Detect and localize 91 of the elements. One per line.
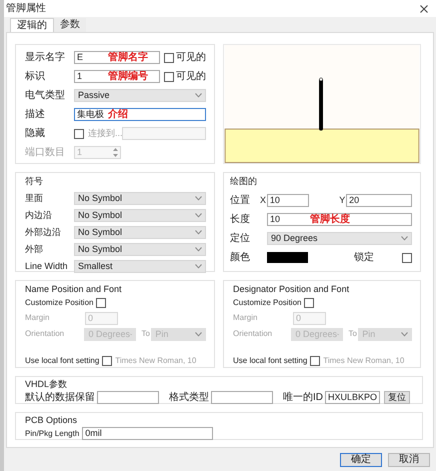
field-label: Use local font setting <box>25 357 100 366</box>
field-label: 位置 <box>230 196 251 206</box>
checkbox-label: 可见的 <box>176 72 206 82</box>
field-label: Orientation <box>25 330 66 338</box>
field-label: Y <box>339 196 346 205</box>
field-label: Margin <box>233 314 258 322</box>
input-field[interactable]: 集电极 介绍 <box>74 108 206 121</box>
dropdown[interactable]: No Symbol <box>74 209 206 222</box>
checkbox[interactable] <box>102 356 112 366</box>
field-label: 外部 <box>25 245 44 254</box>
checkbox[interactable] <box>164 72 174 82</box>
field-label: 格式类型 <box>169 392 209 402</box>
field-label: 锁定 <box>354 252 374 262</box>
input-field[interactable]: 10 <box>266 194 310 207</box>
input-field[interactable]: 0mil <box>82 427 214 440</box>
field-label: 唯一的ID <box>283 392 323 402</box>
checkbox-label: 连接到... <box>88 129 122 138</box>
input-field[interactable]: 20 <box>346 194 412 207</box>
group-title: VHDL参数 <box>25 379 68 389</box>
tab[interactable]: 逻辑的 <box>10 18 54 32</box>
field-label: 长度 <box>230 214 251 224</box>
tab[interactable]: 参数 <box>54 18 86 32</box>
field-label: 描述 <box>25 110 46 120</box>
dropdown[interactable]: Passive <box>74 89 206 102</box>
dialog-button[interactable]: 取消 <box>388 452 430 466</box>
annotation-label: 管脚名字 <box>108 52 148 62</box>
input-field[interactable] <box>122 127 206 140</box>
checkbox[interactable] <box>164 52 174 62</box>
window-title: 管脚属性 <box>6 4 46 14</box>
field-label: Customize Position <box>233 298 302 307</box>
chevron-down-icon <box>401 332 408 336</box>
chevron-down-icon <box>195 230 202 235</box>
dropdown[interactable]: 90 Degrees <box>267 232 412 245</box>
checkbox[interactable] <box>402 252 412 262</box>
input-field[interactable]: HXULBKPO <box>325 391 380 404</box>
dropdown[interactable]: No Symbol <box>74 192 206 205</box>
chevron-down-icon <box>195 247 202 252</box>
annotation-label: 介绍 <box>108 110 128 120</box>
input-field[interactable] <box>211 391 273 404</box>
field-label: 里面 <box>25 194 44 203</box>
field-label: 默认的数据保留 <box>25 392 95 402</box>
field-label: Line Width <box>25 262 69 271</box>
chevron-down-icon <box>195 213 202 218</box>
field-label: Margin <box>25 314 50 322</box>
group-title: 绘图的 <box>230 176 258 186</box>
checkbox[interactable] <box>304 298 314 308</box>
field-label: 显示名字 <box>25 52 66 62</box>
annotation-label: 管脚长度 <box>310 214 350 224</box>
field-label: To <box>141 330 151 338</box>
field-label: X <box>260 196 267 205</box>
checkbox[interactable] <box>310 356 320 366</box>
chevron-down-icon <box>195 196 202 201</box>
group-title: Designator Position and Font <box>233 284 350 294</box>
field-label: 标识 <box>25 72 46 82</box>
dialog-button[interactable]: 确定 <box>340 452 382 466</box>
group-title: Name Position and Font <box>25 284 123 294</box>
checkbox[interactable] <box>96 298 106 308</box>
checkbox[interactable] <box>74 128 84 138</box>
font-name: Times New Roman, 10 <box>323 357 404 366</box>
field-label: 端口数目 <box>25 148 66 158</box>
field-label: Orientation <box>233 330 274 338</box>
font-name: Times New Roman, 10 <box>115 357 196 366</box>
field-label: 电气类型 <box>25 90 66 100</box>
field-label: To <box>348 330 358 338</box>
group-title: 符号 <box>25 176 44 186</box>
group-title: PCB Options <box>25 415 78 425</box>
reset-button[interactable]: 复位 <box>384 391 410 404</box>
chevron-down-icon <box>195 264 202 269</box>
chevron-down-icon <box>195 332 202 336</box>
dropdown[interactable]: No Symbol <box>74 226 206 239</box>
dropdown[interactable]: Smallest <box>74 260 206 273</box>
color-swatch[interactable] <box>267 252 308 263</box>
spin-arrows-icon <box>112 147 119 158</box>
checkbox-label: 可见的 <box>176 52 206 62</box>
field-label: 颜色 <box>230 252 251 262</box>
input-field[interactable]: 10 管脚长度 <box>267 213 412 226</box>
input-field[interactable]: 1 管脚编号 <box>74 70 160 83</box>
input-field[interactable]: E 管脚名字 <box>74 51 160 64</box>
chevron-down-icon <box>195 93 202 98</box>
dropdown[interactable]: No Symbol <box>74 243 206 256</box>
field-label: 内边沿 <box>25 211 53 220</box>
annotation-label: 管脚编号 <box>108 72 148 82</box>
field-label: Use local font setting <box>233 357 308 366</box>
field-label: 定位 <box>230 234 251 244</box>
field-label: 外部边沿 <box>25 228 62 237</box>
field-label: Pin/Pkg Length <box>25 430 80 438</box>
input-field[interactable] <box>97 391 159 404</box>
field-label: 隐藏 <box>25 128 46 138</box>
chevron-down-icon <box>401 236 408 241</box>
close-icon <box>420 4 428 12</box>
field-label: Customize Position <box>25 298 94 307</box>
